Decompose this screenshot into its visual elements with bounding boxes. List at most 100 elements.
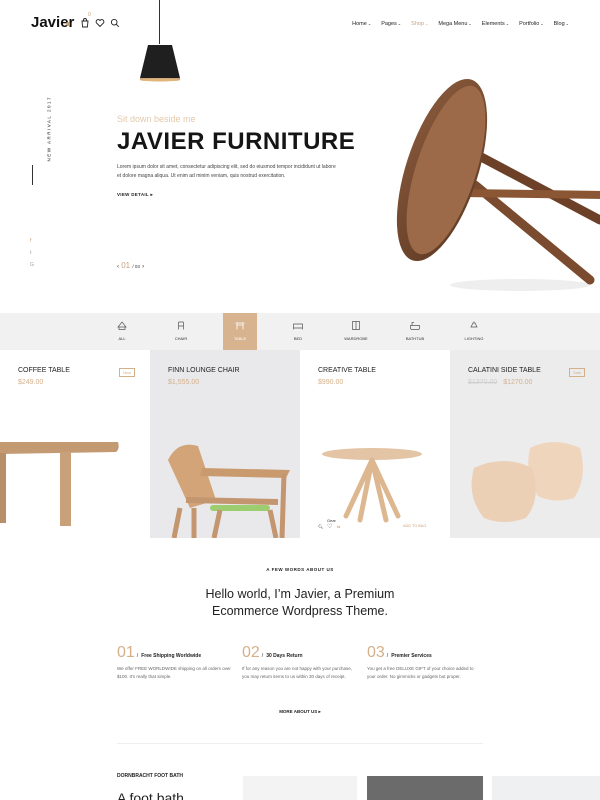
category-wardrobe[interactable]: WARDROBE <box>339 313 373 350</box>
view-detail-label: VIEW DETAIL <box>117 192 149 197</box>
cart-count-badge: 0 <box>88 12 91 18</box>
nav-mega-menu-label: Mega Menu <box>438 21 468 27</box>
add-to-bag-link[interactable]: ADD TO BAG <box>403 524 426 528</box>
hero-subtitle: Sit down beside me <box>117 114 196 124</box>
next-slide-icon[interactable]: › <box>142 264 144 270</box>
product-sale-price: $1270.00 <box>503 379 533 386</box>
product-card-finn-lounge-chair[interactable]: FINN LOUNGE CHAIR $1,555.00 <box>150 350 300 538</box>
feature-description: You get a free DELUXE GIFT of your choic… <box>367 666 474 679</box>
nav-elements[interactable]: Elements⌄ <box>482 21 509 27</box>
feature-number: 03 <box>367 644 385 661</box>
gallery-thumbnail-1[interactable] <box>243 776 357 800</box>
category-bathtub-label: BATHTUB <box>405 336 425 341</box>
facebook-icon[interactable]: f <box>30 238 31 244</box>
slider-pager: ‹ 01 / 03 › <box>117 261 144 270</box>
feature-description: If for any reason you are not happy with… <box>242 666 353 679</box>
about-headline-line-2: Ecommerce Wordpress Theme. <box>212 604 388 618</box>
pager-total: / 03 <box>132 264 140 269</box>
about-headline-line-1: Hello world, I’m Javier, a Premium <box>205 587 395 601</box>
twitter-icon[interactable]: t <box>30 250 31 256</box>
nav-pages[interactable]: Pages⌄ <box>381 21 401 27</box>
compare-icon[interactable]: ⇆ <box>337 524 340 529</box>
feature-premier-services: 03/Premier Services You get a free DELUX… <box>367 644 482 681</box>
view-detail-link[interactable]: VIEW DETAIL ▸ <box>117 192 153 198</box>
vertical-divider <box>32 165 33 185</box>
lamp-cord <box>159 0 160 44</box>
category-bed[interactable]: BED <box>281 313 315 350</box>
more-about-us-label: MORE ABOUT US <box>279 709 318 714</box>
quick-view-icon[interactable]: 🔍︎ <box>318 524 323 529</box>
nav-portfolio[interactable]: Portfolio⌄ <box>519 21 544 27</box>
logo-dot <box>66 22 70 26</box>
hero-description: Lorem ipsum dolor sit amet, consectetur … <box>117 164 336 179</box>
feature-30-days-return: 02/30 Days Return If for any reason you … <box>242 644 357 681</box>
new-badge: New <box>118 368 135 377</box>
category-table[interactable]: TABLE <box>223 313 257 350</box>
nav-pages-label: Pages <box>381 21 397 27</box>
new-arrival-vertical-text: NEW ARRIVAL 2017 <box>46 95 52 162</box>
hero-title: JAVIER FURNITURE <box>117 128 356 155</box>
category-all-label: ALL <box>118 336 126 341</box>
next-section-eyebrow: DORNBRACHT FOOT BATH <box>117 773 184 779</box>
prev-slide-icon[interactable]: ‹ <box>117 264 119 270</box>
product-old-price: $1370.00 <box>468 379 498 386</box>
gallery-thumbnail-2[interactable] <box>367 776 483 800</box>
nav-portfolio-label: Portfolio <box>519 21 540 27</box>
google-plus-icon[interactable]: G <box>30 262 34 268</box>
category-lighting[interactable]: LIGHTING <box>457 313 491 350</box>
feature-description: We offer FREE WORLDWIDE shipping on all … <box>117 666 231 679</box>
nav-blog-label: Blog <box>553 21 565 27</box>
pager-current: 01 <box>121 261 131 270</box>
nav-mega-menu[interactable]: Mega Menu⌄ <box>438 21 471 27</box>
category-bathtub[interactable]: BATHTUB <box>398 313 432 350</box>
main-nav: Home⌄ Pages⌄ Shop⌄ Mega Menu⌄ Elements⌄ … <box>342 21 569 27</box>
all-icon <box>117 321 127 330</box>
product-card-creative-table[interactable]: CREATIVE TABLE $990.00 Gear 🔍︎ ♡ ⇆ ADD T… <box>300 350 450 538</box>
next-section-title: A foot bath <box>117 790 184 800</box>
cart-icon[interactable] <box>80 18 90 28</box>
chair-icon <box>178 321 184 330</box>
nav-shop-label: Shop <box>411 21 425 27</box>
bed-icon <box>293 323 303 330</box>
wooden-stool-image <box>396 78 600 291</box>
sale-badge: Sale <box>568 368 585 377</box>
feature-free-shipping: 01/Free Shipping Worldwide We offer FREE… <box>117 644 231 679</box>
arrow-right-icon: ▸ <box>318 709 321 714</box>
about-eyebrow: A FEW WORDS ABOUT US <box>266 567 334 572</box>
table-icon <box>235 322 245 330</box>
category-wardrobe-label: WARDROBE <box>344 336 368 341</box>
nav-shop[interactable]: Shop⌄ <box>411 21 428 27</box>
product-name[interactable]: CREATIVE TABLE <box>318 367 376 374</box>
product-name[interactable]: COFFEE TABLE <box>18 367 70 374</box>
wardrobe-icon <box>352 321 360 330</box>
wishlist-heart-icon[interactable]: ♡ <box>327 523 332 530</box>
product-name[interactable]: CALATINI SIDE TABLE <box>468 367 541 374</box>
gallery-thumbnail-3[interactable] <box>492 776 600 800</box>
product-card-coffee-table[interactable]: COFFEE TABLE $249.00 New <box>0 350 150 538</box>
category-lighting-label: LIGHTING <box>464 336 484 341</box>
feature-number: 02 <box>242 644 260 661</box>
about-headline: Hello world, I’m Javier, a Premium Ecomm… <box>0 586 600 620</box>
product-name[interactable]: FINN LOUNGE CHAIR <box>168 367 240 374</box>
product-card-calatini-side-table[interactable]: CALATINI SIDE TABLE $1370.00 $1270.00 Sal… <box>450 350 600 538</box>
feature-title: Premier Services <box>391 653 432 659</box>
heart-icon[interactable] <box>95 18 105 28</box>
category-bed-label: BED <box>293 336 303 341</box>
feature-title: Free Shipping Worldwide <box>141 653 202 659</box>
pendant-lamp-image <box>140 45 180 82</box>
product-price: $1,555.00 <box>168 379 200 386</box>
category-all[interactable]: ALL <box>105 313 139 350</box>
nav-blog[interactable]: Blog⌄ <box>554 21 569 27</box>
arrow-right-icon: ▸ <box>150 192 154 197</box>
nav-home[interactable]: Home⌄ <box>352 21 371 27</box>
product-price: $1370.00 $1270.00 <box>468 379 532 386</box>
bathtub-icon <box>410 322 420 330</box>
product-price: $249.00 <box>18 379 44 386</box>
more-about-us-link[interactable]: MORE ABOUT US ▸ <box>0 709 600 715</box>
section-divider <box>117 743 483 744</box>
nav-elements-label: Elements <box>481 21 505 27</box>
nav-home-label: Home <box>352 21 367 27</box>
feature-number: 01 <box>117 644 135 661</box>
category-chair[interactable]: CHAIR <box>164 313 198 350</box>
search-icon[interactable] <box>110 18 120 28</box>
